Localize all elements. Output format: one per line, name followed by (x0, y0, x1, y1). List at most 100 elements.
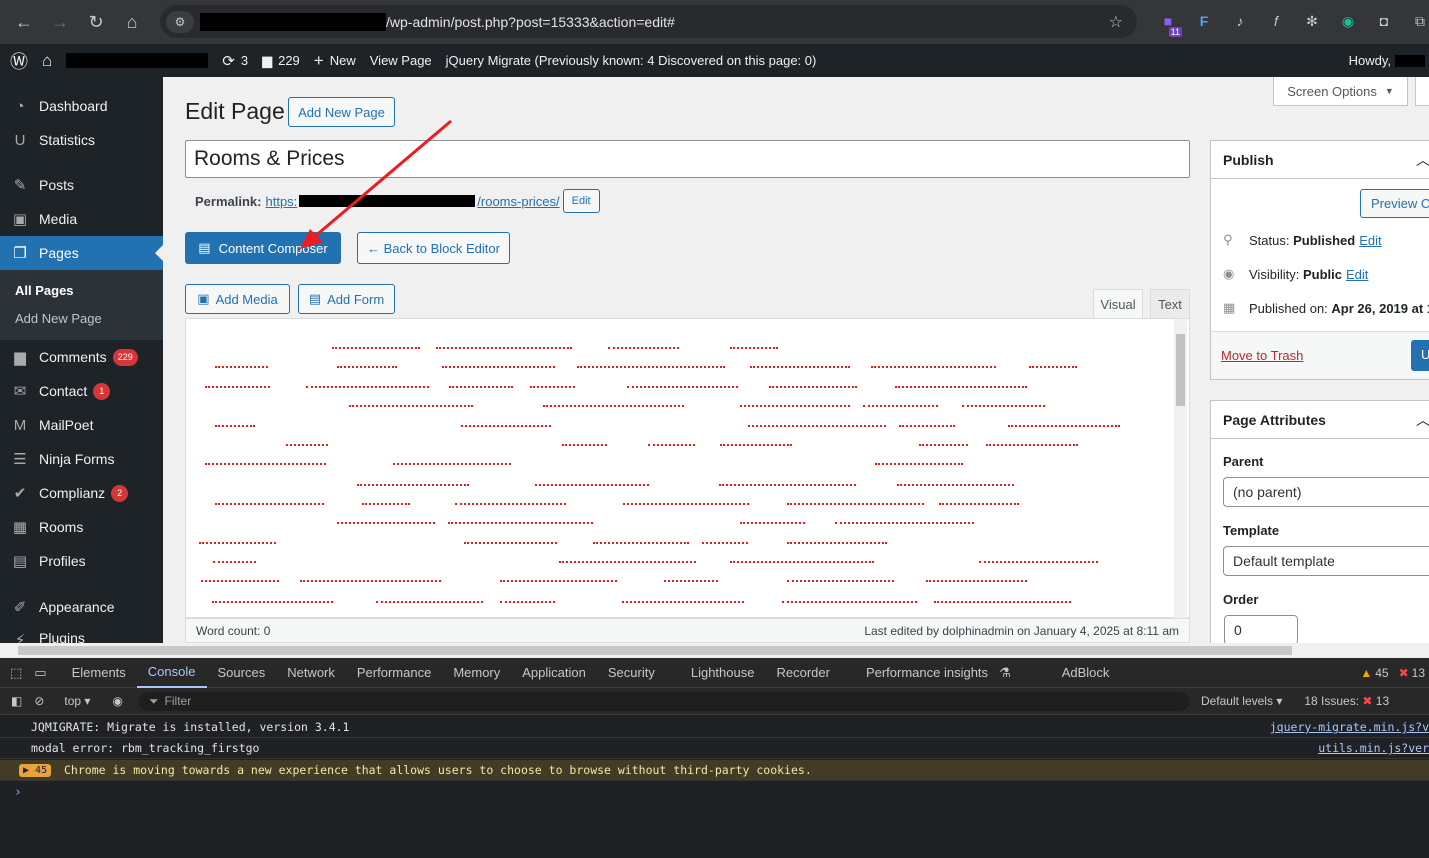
add-media-button[interactable]: ▣ Add Media (185, 284, 290, 314)
menu-statistics[interactable]: U Statistics (0, 123, 163, 157)
template-select[interactable]: Default template (1223, 546, 1429, 576)
editor-scrollbar[interactable] (1174, 319, 1187, 619)
tab-performance-insights[interactable]: Performance insights (855, 658, 999, 688)
inspect-element-icon[interactable]: ⬚ (0, 658, 28, 688)
add-form-button[interactable]: ▤ Add Form (298, 284, 395, 314)
back-icon[interactable]: ← (6, 6, 42, 38)
menu-plugins[interactable]: ⚡ Plugins (0, 624, 163, 644)
address-bar[interactable]: ⚙ /wp-admin/post.php?post=15333&action=e… (160, 5, 1137, 38)
menu-profiles[interactable]: ▤ Profiles (0, 544, 163, 578)
grammarly-icon[interactable]: ◉ (1330, 8, 1366, 34)
move-to-trash-link[interactable]: Move to Trash (1221, 348, 1303, 363)
tab-lighthouse[interactable]: Lighthouse (680, 658, 766, 688)
menu-comments[interactable]: ▆ Comments 229 (0, 340, 163, 374)
eye-icon[interactable]: ◉ (112, 694, 122, 708)
react-icon[interactable]: ✻ (1294, 8, 1330, 34)
spellcheck-squiggle (608, 345, 679, 349)
tab-text[interactable]: Text (1150, 289, 1190, 319)
function-icon[interactable]: f (1258, 8, 1294, 34)
default-levels-select[interactable]: Default levels ▾ (1201, 694, 1282, 708)
page-attributes-header[interactable]: Page Attributes ︿ (1211, 401, 1429, 439)
home-icon[interactable]: ⌂ (35, 44, 59, 77)
tab-application[interactable]: Application (511, 658, 597, 688)
menu-contact[interactable]: ✉ Contact 1 (0, 374, 163, 408)
wordpress-logo-icon[interactable]: Ⓦ (0, 44, 35, 77)
media-icon: ▣ (12, 211, 28, 228)
submenu-add-new-page[interactable]: Add New Page (0, 304, 163, 332)
tab-elements[interactable]: Elements (61, 658, 137, 688)
page-scroll-thumb[interactable] (18, 646, 1292, 655)
filter-input[interactable]: ⏷ Filter (138, 691, 1189, 711)
spellcheck-squiggle (899, 423, 955, 427)
console-warning-group[interactable]: ▶ 45 Chrome is moving towards a new exper… (0, 760, 1429, 781)
menu-media[interactable]: ▣ Media (0, 202, 163, 236)
devtools-counters[interactable]: ▲ 45 ✖ 13 (1360, 658, 1425, 688)
howdy-user[interactable]: Howdy, (1349, 44, 1429, 77)
forward-icon[interactable]: → (42, 6, 78, 38)
bookmark-star-icon[interactable]: ☆ (1109, 12, 1123, 32)
tab-console[interactable]: Console (136, 658, 207, 688)
fi-extension-icon[interactable]: F (1186, 8, 1222, 34)
tab-adblock[interactable]: AdBlock (1051, 658, 1121, 688)
device-toolbar-icon[interactable]: ▭ (28, 658, 60, 688)
reload-icon[interactable]: ↻ (78, 6, 114, 38)
console-source-link[interactable]: utils.min.js?ver (1318, 741, 1429, 755)
home-icon[interactable]: ⌂ (114, 6, 150, 38)
console-source-link[interactable]: jquery-migrate.min.js?v (1270, 720, 1429, 734)
chevron-up-icon[interactable]: ︿ (1416, 150, 1429, 170)
clear-console-icon[interactable]: ⊘ (34, 694, 44, 708)
errors-count: 13 (1411, 666, 1425, 680)
menu-complianz[interactable]: ✔ Complianz 2 (0, 476, 163, 510)
spellcheck-squiggle (622, 599, 744, 603)
menu-ninja-forms[interactable]: ☰ Ninja Forms (0, 442, 163, 476)
preview-changes-button[interactable]: Preview Cl (1360, 189, 1429, 218)
console-prompt[interactable]: › (14, 785, 22, 800)
warnings-count: 45 (1375, 666, 1389, 680)
menu-appearance[interactable]: ✐ Appearance (0, 590, 163, 624)
order-input[interactable]: 0 (1224, 615, 1298, 643)
issues-button[interactable]: 18 Issues: ✖ 13 (1304, 694, 1389, 708)
publish-header[interactable]: Publish ︿ (1211, 141, 1429, 179)
submenu-all-pages[interactable]: All Pages (0, 276, 163, 304)
tab-network[interactable]: Network (276, 658, 346, 688)
spellcheck-squiggle (349, 403, 473, 407)
new-item[interactable]: + New (307, 44, 363, 77)
tab-security[interactable]: Security (597, 658, 666, 688)
jquery-migrate-item[interactable]: jQuery Migrate (Previously known: 4 Disc… (439, 44, 824, 77)
sidebar-toggle-icon[interactable]: ◧ (11, 694, 22, 708)
site-name[interactable] (59, 44, 215, 77)
site-settings-icon[interactable]: ⚙ (166, 10, 194, 33)
tab-visual[interactable]: Visual (1093, 289, 1143, 319)
page-horizontal-scrollbar[interactable] (0, 643, 1429, 658)
parent-select[interactable]: (no parent) (1223, 477, 1429, 507)
puzzle-icon[interactable]: ⧉ (1402, 8, 1429, 34)
menu-pages[interactable]: ❐ Pages (0, 236, 163, 270)
updates-item[interactable]: ⟳ 3 (215, 44, 255, 77)
permalink-edit-button[interactable]: Edit (562, 189, 600, 213)
menu-rooms[interactable]: ▦ Rooms (0, 510, 163, 544)
visibility-edit-link[interactable]: Edit (1346, 267, 1368, 282)
chevron-up-icon[interactable]: ︿ (1416, 410, 1429, 430)
tab-recorder[interactable]: Recorder (765, 658, 840, 688)
update-button[interactable]: U (1411, 340, 1429, 371)
context-select[interactable]: top ▾ (64, 694, 90, 708)
view-page-link[interactable]: View Page (363, 44, 439, 77)
microphone-icon[interactable]: ♪ (1222, 8, 1258, 34)
menu-mailpoet[interactable]: M MailPoet (0, 408, 163, 442)
tab-memory[interactable]: Memory (442, 658, 511, 688)
editor-scroll-thumb[interactable] (1176, 334, 1185, 406)
comments-item[interactable]: ▆ 229 (255, 44, 307, 77)
camera-icon[interactable]: ◘ (1366, 8, 1402, 34)
screen-options-button[interactable]: Screen Options ▼ (1273, 77, 1408, 106)
status-edit-link[interactable]: Edit (1359, 233, 1381, 248)
help-tab[interactable] (1415, 77, 1429, 106)
menu-posts[interactable]: ✎ Posts (0, 168, 163, 202)
editor-content-area[interactable] (185, 318, 1190, 619)
spellcheck-squiggle (787, 501, 924, 505)
tab-sources[interactable]: Sources (207, 658, 277, 688)
tab-performance[interactable]: Performance (346, 658, 442, 688)
media-icon: ▣ (197, 291, 210, 306)
menu-dashboard[interactable]: ◔ Dashboard (0, 89, 163, 123)
spellcheck-squiggle (215, 364, 268, 368)
extension-icon[interactable]: ■ 11 (1150, 8, 1186, 37)
